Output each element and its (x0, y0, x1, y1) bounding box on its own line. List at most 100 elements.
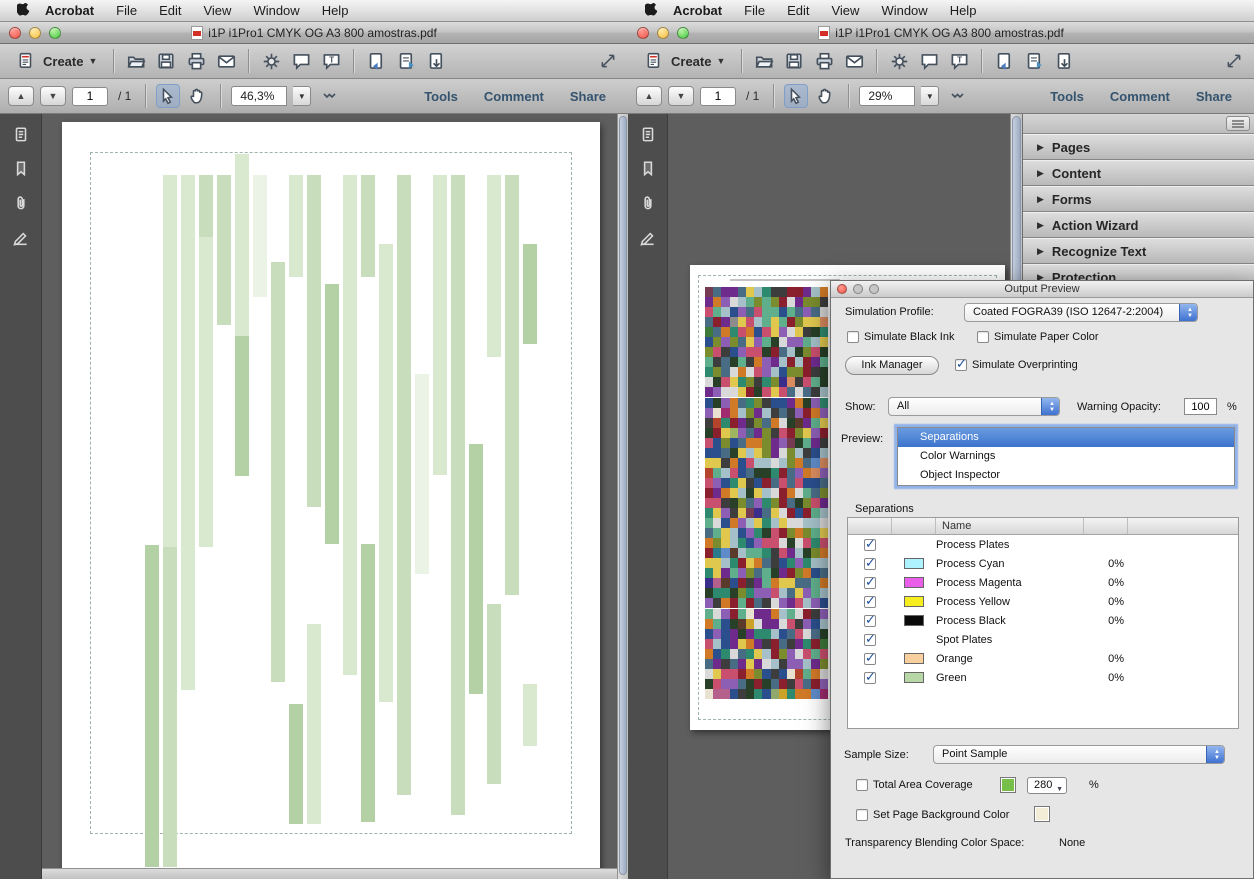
menu-acrobat[interactable]: Acrobat (34, 3, 105, 18)
doc-action-icon-3[interactable] (424, 49, 448, 73)
comment-bubble-icon[interactable] (917, 49, 941, 73)
hand-tool-icon[interactable] (186, 84, 210, 108)
next-page-button[interactable]: ▼ (40, 86, 66, 106)
menu-acrobat[interactable]: Acrobat (662, 3, 733, 18)
email-icon[interactable] (214, 49, 238, 73)
menu-edit[interactable]: Edit (148, 3, 192, 18)
simulation-profile-select[interactable]: Coated FOGRA39 (ISO 12647-2:2004) (964, 303, 1198, 322)
page-bg-color-swatch[interactable] (1034, 806, 1050, 822)
separation-row-green[interactable]: Green 0% (848, 668, 1238, 687)
tools-button[interactable]: Tools (424, 89, 458, 104)
separation-row-process-yellow[interactable]: Process Yellow 0% (848, 592, 1238, 611)
panel-item-pages[interactable]: ▶ Pages (1023, 134, 1254, 160)
separation-checkbox[interactable] (864, 594, 876, 609)
create-button[interactable]: Create ▼ (636, 47, 731, 75)
separation-checkbox[interactable] (864, 556, 876, 571)
pdf-page-green-separation[interactable] (62, 122, 600, 870)
separation-checkbox[interactable] (864, 537, 876, 552)
preview-option-separations[interactable]: Separations (898, 428, 1234, 447)
comment-bubble-icon[interactable] (289, 49, 313, 73)
doc-action-icon-1[interactable] (992, 49, 1016, 73)
expand-toolbar-icon[interactable] (1222, 49, 1246, 73)
toolbar-options-icon[interactable] (945, 84, 969, 108)
menu-view[interactable]: View (192, 3, 242, 18)
open-file-icon[interactable] (124, 49, 148, 73)
panel-item-forms[interactable]: ▶ Forms (1023, 186, 1254, 212)
zoom-dropdown-button[interactable]: ▼ (293, 86, 312, 106)
attachments-icon[interactable] (7, 190, 35, 216)
expand-toolbar-icon[interactable] (596, 49, 620, 73)
minimize-button[interactable] (657, 26, 669, 39)
separation-row-spot-plates[interactable]: Spot Plates (848, 630, 1238, 649)
doc-action-icon-2[interactable] (1022, 49, 1046, 73)
dialog-title-bar[interactable]: Output Preview (831, 281, 1253, 298)
separation-checkbox[interactable] (864, 670, 876, 685)
attachments-icon[interactable] (634, 190, 662, 216)
menu-file[interactable]: File (733, 3, 776, 18)
sample-size-select[interactable]: Point Sample (933, 745, 1225, 764)
apple-menu-icon[interactable] (640, 3, 662, 18)
email-icon[interactable] (842, 49, 866, 73)
document-view-left[interactable] (42, 114, 617, 879)
title-bar[interactable]: i1P i1Pro1 CMYK OG A3 800 amostras.pdf (628, 22, 1254, 44)
separation-row-process-magenta[interactable]: Process Magenta 0% (848, 573, 1238, 592)
show-select[interactable]: All (888, 397, 1060, 416)
apple-menu-icon[interactable] (12, 3, 34, 18)
page-number-input[interactable] (700, 86, 736, 106)
simulate-black-ink-checkbox[interactable] (847, 331, 859, 343)
set-page-bg-checkbox[interactable] (856, 809, 868, 821)
signatures-icon[interactable] (634, 224, 662, 250)
panel-options-icon[interactable] (1226, 116, 1250, 131)
comment-button[interactable]: Comment (1110, 89, 1170, 104)
total-area-coverage-checkbox[interactable] (856, 779, 868, 791)
hand-tool-icon[interactable] (814, 84, 838, 108)
doc-action-icon-1[interactable] (364, 49, 388, 73)
panel-item-recognize-text[interactable]: ▶ Recognize Text (1023, 238, 1254, 264)
horizontal-scrollbar[interactable] (42, 868, 617, 879)
save-icon[interactable] (154, 49, 178, 73)
panel-item-action-wizard[interactable]: ▶ Action Wizard (1023, 212, 1254, 238)
separation-checkbox[interactable] (864, 632, 876, 647)
tools-button[interactable]: Tools (1050, 89, 1084, 104)
create-button[interactable]: Create ▼ (8, 47, 103, 75)
print-icon[interactable] (812, 49, 836, 73)
preview-option-color-warnings[interactable]: Color Warnings (898, 447, 1234, 466)
select-tool-icon[interactable] (784, 84, 809, 108)
signatures-icon[interactable] (7, 224, 35, 250)
separation-row-process-plates[interactable]: Process Plates (848, 535, 1238, 554)
page-thumbnails-icon[interactable] (634, 122, 662, 148)
gear-icon[interactable] (887, 49, 911, 73)
preview-option-object-inspector[interactable]: Object Inspector (898, 466, 1234, 485)
separations-table[interactable]: Name Process PlatesProcess Cyan0%Process… (847, 517, 1239, 729)
next-page-button[interactable]: ▼ (668, 86, 694, 106)
zoom-button[interactable] (49, 26, 61, 39)
vertical-scrollbar[interactable] (617, 114, 628, 879)
menu-help[interactable]: Help (939, 3, 988, 18)
close-button[interactable] (9, 26, 21, 39)
menu-window[interactable]: Window (242, 3, 310, 18)
separation-row-process-cyan[interactable]: Process Cyan 0% (848, 554, 1238, 573)
open-file-icon[interactable] (752, 49, 776, 73)
doc-action-icon-2[interactable] (394, 49, 418, 73)
separation-checkbox[interactable] (864, 613, 876, 628)
separation-row-orange[interactable]: Orange 0% (848, 649, 1238, 668)
select-tool-icon[interactable] (156, 84, 181, 108)
doc-action-icon-3[interactable] (1052, 49, 1076, 73)
zoom-level-value[interactable]: 46,3% (231, 86, 288, 106)
panel-item-content[interactable]: ▶ Content (1023, 160, 1254, 186)
gear-icon[interactable] (259, 49, 283, 73)
toolbar-options-icon[interactable] (317, 84, 341, 108)
menu-edit[interactable]: Edit (776, 3, 820, 18)
menu-file[interactable]: File (105, 3, 148, 18)
menu-help[interactable]: Help (311, 3, 360, 18)
text-callout-icon[interactable]: T (947, 49, 971, 73)
minimize-button[interactable] (29, 26, 41, 39)
page-number-input[interactable] (72, 86, 108, 106)
text-callout-icon[interactable]: T (319, 49, 343, 73)
ink-manager-button[interactable]: Ink Manager (845, 356, 939, 375)
share-button[interactable]: Share (1196, 89, 1232, 104)
share-button[interactable]: Share (570, 89, 606, 104)
print-icon[interactable] (184, 49, 208, 73)
simulate-paper-color-checkbox[interactable] (977, 331, 989, 343)
zoom-level-value[interactable]: 29% (859, 86, 916, 106)
